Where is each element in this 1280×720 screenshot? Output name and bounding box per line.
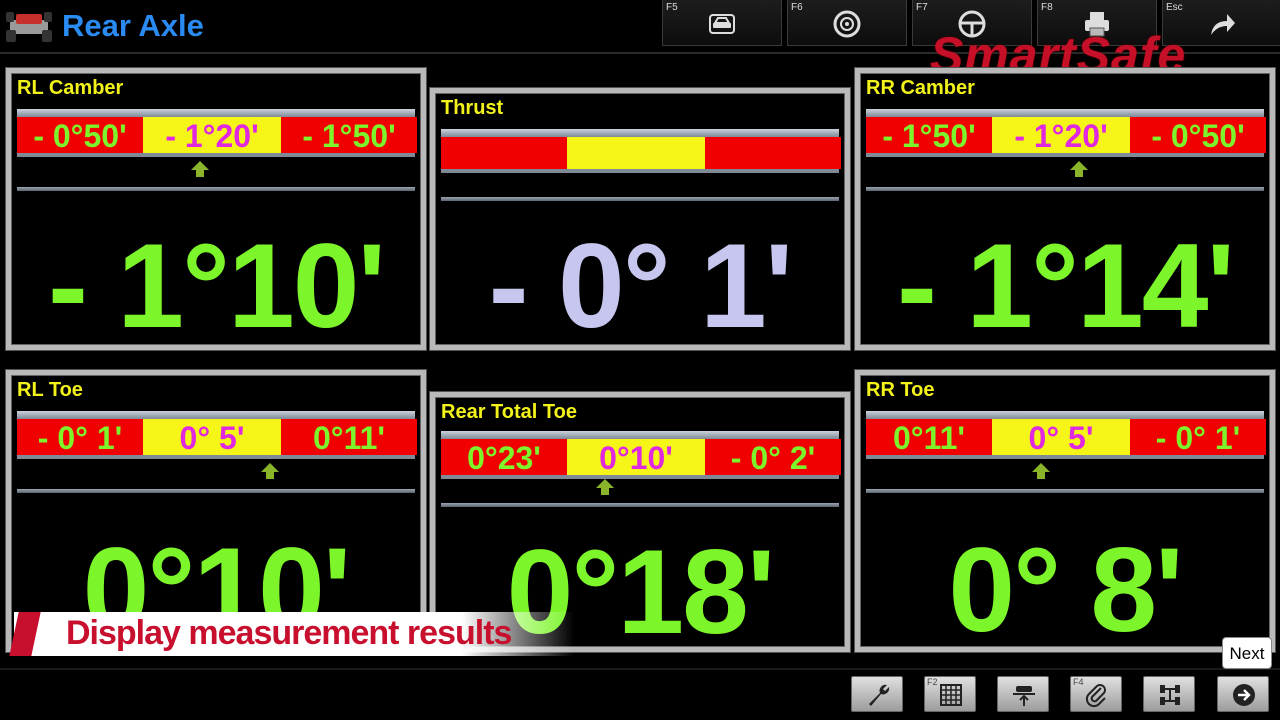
rr-camber-title: RR Camber xyxy=(866,77,975,99)
axle-button[interactable] xyxy=(1143,676,1195,712)
rl-camber-range-bar: - 0°50' - 1°20' - 1°50' xyxy=(17,109,417,157)
rear-total-toe-min: 0°23' xyxy=(441,439,567,476)
header-bar: Rear Axle F5 F6 F7 F8 Esc SmartSafe xyxy=(0,0,1280,83)
attachment-button[interactable]: F4 xyxy=(1070,676,1122,712)
grid-icon xyxy=(940,684,962,706)
thrust-title: Thrust xyxy=(441,97,504,119)
f6-key-label: F6 xyxy=(791,2,803,13)
tools-button[interactable] xyxy=(851,676,903,712)
next-tooltip: Next xyxy=(1222,637,1272,669)
thrust-panel: Thrust - 0° 1' xyxy=(430,88,850,353)
bottom-toolbar: F2 F4 xyxy=(0,668,1280,720)
rl-camber-max: - 1°50' xyxy=(281,117,417,154)
f5-car-button[interactable]: F5 xyxy=(662,0,782,46)
rl-camber-title: RL Camber xyxy=(17,77,124,99)
f5-key-label: F5 xyxy=(666,2,678,13)
rr-toe-pointer-icon xyxy=(1032,463,1050,479)
thrust-max-segment xyxy=(705,137,841,169)
axle-icon xyxy=(1160,685,1180,705)
thrust-value: - 0° 1' xyxy=(488,219,794,353)
rr-toe-value: 0° 8' xyxy=(948,523,1183,657)
lift-button[interactable] xyxy=(997,676,1049,712)
f7-key-label: F7 xyxy=(916,2,928,13)
wrench-icon xyxy=(869,684,890,706)
rl-toe-panel: RL Toe - 0° 1' 0° 5' 0°11' 0°10' xyxy=(6,370,426,657)
rr-camber-pointer-icon xyxy=(1070,161,1088,177)
paperclip-icon xyxy=(1085,684,1106,708)
rl-toe-pointer-icon xyxy=(261,463,279,479)
rear-total-toe-range-bar: 0°23' 0°10' - 0° 2' xyxy=(441,431,841,479)
caption-banner: Display measurement results xyxy=(9,612,574,656)
f4-key-label: F4 xyxy=(1073,677,1084,687)
rl-toe-mid: 0° 5' xyxy=(143,419,281,456)
rear-total-toe-pointer-icon xyxy=(596,479,614,495)
rr-camber-min: - 1°50' xyxy=(866,117,992,154)
rr-toe-mid: 0° 5' xyxy=(992,419,1130,456)
rear-total-toe-max: - 0° 2' xyxy=(705,439,841,476)
rr-toe-min: 0°11' xyxy=(866,419,992,456)
rr-camber-value: - 1°14' xyxy=(896,219,1235,353)
grid-button[interactable]: F2 xyxy=(924,676,976,712)
lift-icon xyxy=(1013,686,1035,706)
rr-toe-panel: RR Toe 0°11' 0° 5' - 0° 1' 0° 8' xyxy=(855,370,1275,657)
thrust-min-segment xyxy=(441,137,567,169)
next-button[interactable] xyxy=(1217,676,1269,712)
rl-camber-min: - 0°50' xyxy=(17,117,143,154)
rr-camber-mid: - 1°20' xyxy=(992,117,1130,154)
rr-toe-range-bar: 0°11' 0° 5' - 0° 1' xyxy=(866,411,1266,459)
caption-text: Display measurement results xyxy=(66,614,512,652)
caption-accent xyxy=(9,612,41,656)
rear-total-toe-mid: 0°10' xyxy=(567,439,705,476)
thrust-range-bar xyxy=(441,129,841,173)
alignment-car-icon xyxy=(6,12,52,42)
rl-toe-range-bar: - 0° 1' 0° 5' 0°11' xyxy=(17,411,417,459)
car-icon xyxy=(709,14,735,34)
rr-toe-title: RR Toe xyxy=(866,379,935,401)
thrust-mid-segment xyxy=(567,137,705,169)
rl-camber-mid: - 1°20' xyxy=(143,117,281,154)
rl-toe-max: 0°11' xyxy=(281,419,417,456)
page-title: Rear Axle xyxy=(62,8,204,43)
rl-camber-panel: RL Camber - 0°50' - 1°20' - 1°50' - 1°10… xyxy=(6,68,426,353)
rl-camber-pointer-icon xyxy=(191,161,209,177)
rr-camber-max: - 0°50' xyxy=(1130,117,1266,154)
exit-arrow-icon xyxy=(1211,14,1235,35)
rr-camber-range-bar: - 1°50' - 1°20' - 0°50' xyxy=(866,109,1266,157)
rl-toe-min: - 0° 1' xyxy=(17,419,143,456)
next-arrow-icon xyxy=(1233,684,1255,706)
wheel-icon xyxy=(833,10,861,38)
rear-total-toe-title: Rear Total Toe xyxy=(441,401,577,423)
rr-toe-max: - 0° 1' xyxy=(1130,419,1266,456)
esc-key-label: Esc xyxy=(1166,2,1183,13)
rr-camber-panel: RR Camber - 1°50' - 1°20' - 0°50' - 1°14… xyxy=(855,68,1275,353)
rl-toe-title: RL Toe xyxy=(17,379,83,401)
f2-key-label: F2 xyxy=(927,677,938,687)
f8-key-label: F8 xyxy=(1041,2,1053,13)
f6-wheel-button[interactable]: F6 xyxy=(787,0,907,46)
rl-camber-value: - 1°10' xyxy=(47,219,386,353)
